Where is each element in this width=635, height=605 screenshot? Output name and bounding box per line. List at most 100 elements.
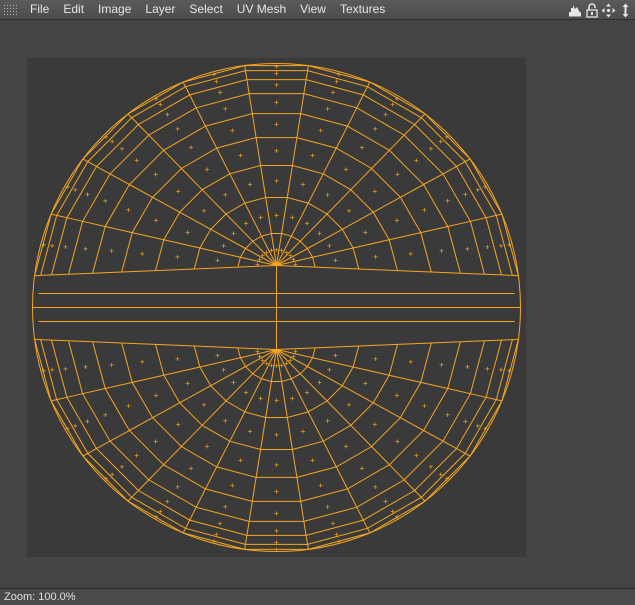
uv-face-center-marker[interactable]: + [50,366,55,375]
uv-face-center-marker[interactable]: + [344,442,349,451]
uv-face-center-marker[interactable]: + [284,359,289,368]
uv-face-center-marker[interactable]: + [223,417,228,426]
uv-face-center-marker[interactable]: + [120,145,125,154]
uv-face-center-marker[interactable]: + [73,185,78,194]
uv-face-center-marker[interactable]: + [347,207,352,216]
uv-face-center-marker[interactable]: + [134,451,139,460]
uv-face-center-marker[interactable]: + [336,70,341,79]
uv-face-center-marker[interactable]: + [305,388,310,397]
uv-face-center-marker[interactable]: + [485,364,490,373]
uv-face-center-marker[interactable]: + [317,378,322,387]
uv-face-center-marker[interactable]: + [438,137,443,146]
uv-face-center-marker[interactable]: + [331,519,336,528]
uv-face-center-marker[interactable]: + [73,422,78,431]
uv-face-center-marker[interactable]: + [395,513,400,522]
uv-face-center-marker[interactable]: + [318,126,323,135]
uv-face-center-marker[interactable]: + [218,519,223,528]
uv-face-center-marker[interactable]: + [175,483,180,492]
uv-face-center-marker[interactable]: + [301,427,306,436]
uv-face-center-marker[interactable]: + [274,81,279,90]
uv-face-center-marker[interactable]: + [475,422,480,431]
uv-face-center-marker[interactable]: + [274,62,279,71]
uv-face-center-marker[interactable]: + [212,70,217,79]
uv-face-center-marker[interactable]: + [175,253,180,262]
uv-face-center-marker[interactable]: + [154,513,159,522]
uv-face-center-marker[interactable]: + [507,241,512,250]
uv-face-center-marker[interactable]: + [333,351,338,360]
uv-face-center-marker[interactable]: + [221,366,226,375]
uv-face-center-marker[interactable]: + [50,241,55,250]
uv-face-center-marker[interactable]: + [327,242,332,251]
uv-face-center-marker[interactable]: + [422,206,427,215]
uv-face-center-marker[interactable]: + [103,197,108,206]
uv-face-center-marker[interactable]: + [463,190,468,199]
uv-face-center-marker[interactable]: + [363,379,368,388]
uv-face-center-marker[interactable]: + [274,362,279,371]
move-icon[interactable] [601,2,616,18]
uv-face-center-marker[interactable]: + [373,124,378,133]
uv-face-center-marker[interactable]: + [176,420,181,429]
uv-face-center-marker[interactable]: + [176,187,181,196]
uv-face-center-marker[interactable]: + [499,366,504,375]
histogram-icon[interactable] [567,2,582,18]
uv-face-center-marker[interactable]: + [274,120,279,129]
uv-face-center-marker[interactable]: + [109,360,114,369]
uv-face-center-marker[interactable]: + [65,425,70,434]
uv-face-center-marker[interactable]: + [318,481,323,490]
uv-face-center-marker[interactable]: + [83,244,88,253]
uv-face-center-marker[interactable]: + [344,165,349,174]
uv-face-center-marker[interactable]: + [310,456,315,465]
uv-face-center-marker[interactable]: + [238,151,243,160]
uv-face-center-marker[interactable]: + [317,229,322,238]
uv-face-center-marker[interactable]: + [428,145,433,154]
uv-sphere-wireframe[interactable]: + + + + + + + + + + + + + + + + + + + + + + + + + + + + + + + + + + + + + + + +… [27,58,526,557]
uv-face-center-marker[interactable]: + [165,110,170,119]
uv-face-center-marker[interactable]: + [223,105,228,114]
uv-face-center-marker[interactable]: + [205,442,210,451]
uv-face-center-marker[interactable]: + [305,219,310,228]
uv-face-center-marker[interactable]: + [383,497,388,506]
uv-face-center-marker[interactable]: + [395,437,400,446]
uv-face-center-marker[interactable]: + [85,417,90,426]
uv-face-center-marker[interactable]: + [414,156,419,165]
uv-face-center-marker[interactable]: + [394,216,399,225]
uv-face-center-marker[interactable]: + [444,474,449,483]
menu-uv-mesh[interactable]: UV Mesh [230,0,293,19]
uv-face-center-marker[interactable]: + [445,410,450,419]
grip-icon[interactable] [3,3,17,16]
uv-face-center-marker[interactable]: + [140,249,145,258]
uv-face-center-marker[interactable]: + [153,170,158,179]
uv-face-center-marker[interactable]: + [85,190,90,199]
uv-face-center-marker[interactable]: + [463,417,468,426]
uv-face-center-marker[interactable]: + [290,213,295,222]
menu-textures[interactable]: Textures [333,0,392,19]
uv-face-center-marker[interactable]: + [408,249,413,258]
uv-face-center-marker[interactable]: + [154,216,159,225]
uv-face-center-marker[interactable]: + [165,497,170,506]
uv-face-center-marker[interactable]: + [445,197,450,206]
menu-image[interactable]: Image [91,0,138,19]
uv-face-center-marker[interactable]: + [126,402,131,411]
uv-face-center-marker[interactable]: + [244,219,249,228]
uv-face-center-marker[interactable]: + [395,170,400,179]
uv-face-center-marker[interactable]: + [422,402,427,411]
uv-face-center-marker[interactable]: + [134,156,139,165]
uv-face-center-marker[interactable]: + [274,98,279,107]
uv-face-center-marker[interactable]: + [158,100,163,109]
uv-face-center-marker[interactable]: + [104,474,109,483]
uv-face-center-marker[interactable]: + [248,427,253,436]
uv-face-center-marker[interactable]: + [154,94,159,103]
uv-face-center-marker[interactable]: + [230,126,235,135]
uv-face-center-marker[interactable]: + [394,391,399,400]
pan-icon[interactable] [618,2,633,18]
uv-face-center-marker[interactable]: + [414,451,419,460]
uv-face-center-marker[interactable]: + [175,354,180,363]
uv-face-center-marker[interactable]: + [507,366,512,375]
uv-face-center-marker[interactable]: + [41,366,46,375]
uv-face-center-marker[interactable]: + [248,180,253,189]
uv-face-center-marker[interactable]: + [218,88,223,97]
lock-icon[interactable] [584,2,599,18]
uv-face-center-marker[interactable]: + [258,213,263,222]
uv-face-center-marker[interactable]: + [325,417,330,426]
uv-face-center-marker[interactable]: + [347,400,352,409]
